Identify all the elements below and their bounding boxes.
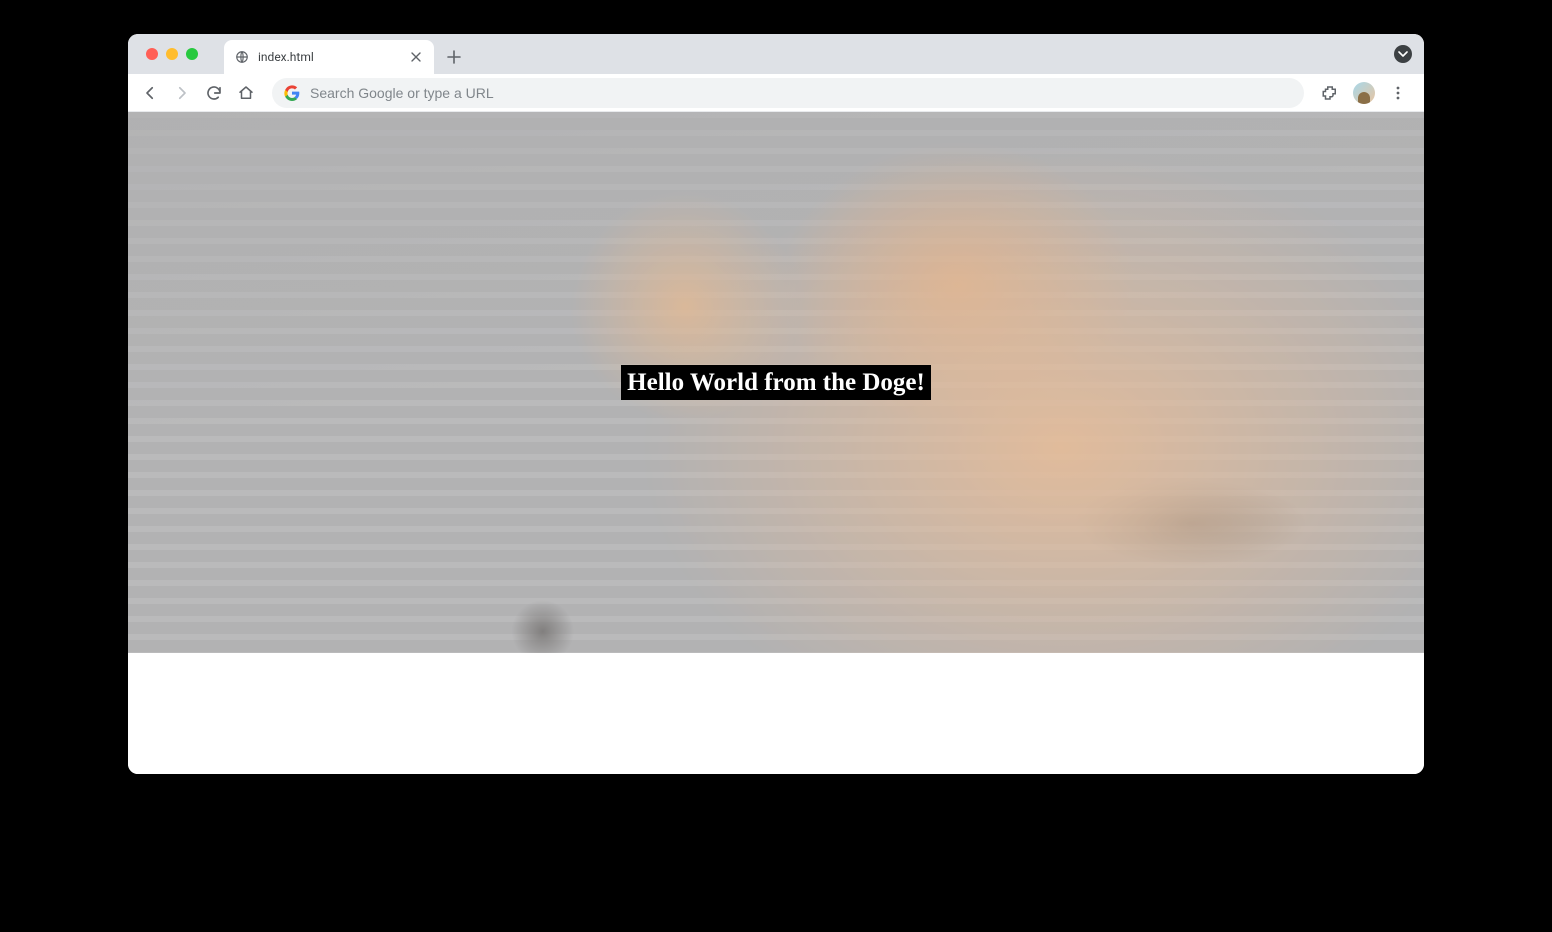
browser-window: index.html bbox=[128, 34, 1424, 774]
window-minimize-button[interactable] bbox=[166, 48, 178, 60]
tab-bar: index.html bbox=[128, 34, 1424, 74]
google-icon bbox=[284, 85, 300, 101]
browser-toolbar bbox=[128, 74, 1424, 112]
page-content: Hello World from the Doge! bbox=[128, 112, 1424, 774]
window-controls bbox=[140, 34, 204, 74]
extensions-button[interactable] bbox=[1316, 79, 1344, 107]
hero-heading: Hello World from the Doge! bbox=[621, 365, 931, 400]
address-input[interactable] bbox=[310, 85, 1292, 101]
hero-section: Hello World from the Doge! bbox=[128, 112, 1424, 653]
browser-tab[interactable]: index.html bbox=[224, 40, 434, 74]
avatar-icon bbox=[1353, 82, 1375, 104]
new-tab-button[interactable] bbox=[440, 43, 468, 71]
tab-close-button[interactable] bbox=[408, 49, 424, 65]
back-button[interactable] bbox=[136, 79, 164, 107]
window-maximize-button[interactable] bbox=[186, 48, 198, 60]
forward-button[interactable] bbox=[168, 79, 196, 107]
address-bar[interactable] bbox=[272, 78, 1304, 108]
profile-button[interactable] bbox=[1350, 79, 1378, 107]
search-tabs-button[interactable] bbox=[1394, 45, 1412, 63]
browser-menu-button[interactable] bbox=[1384, 79, 1412, 107]
reload-button[interactable] bbox=[200, 79, 228, 107]
tab-title: index.html bbox=[258, 50, 400, 64]
home-button[interactable] bbox=[232, 79, 260, 107]
globe-icon bbox=[234, 49, 250, 65]
toolbar-actions bbox=[1316, 79, 1416, 107]
window-close-button[interactable] bbox=[146, 48, 158, 60]
